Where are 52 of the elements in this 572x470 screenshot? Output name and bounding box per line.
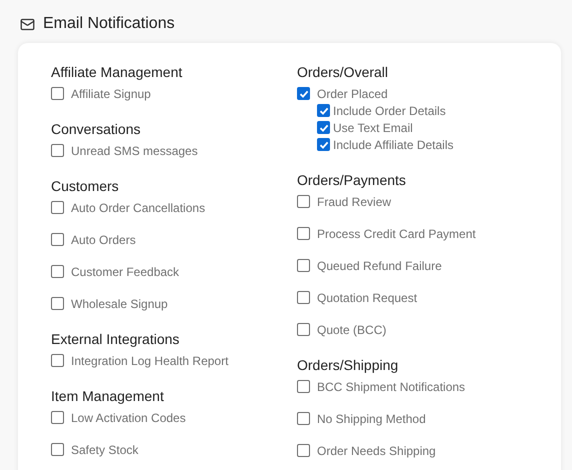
checkbox[interactable]	[317, 138, 330, 151]
checkbox-label: Auto Order Cancellations	[71, 200, 206, 216]
mail-icon	[20, 16, 35, 32]
checkbox-label: Use Text Email	[333, 120, 413, 136]
group-heading: External Integrations	[51, 330, 180, 349]
checkbox[interactable]	[51, 411, 64, 424]
group-heading: Customers	[51, 177, 120, 196]
checkbox-label: Integration Log Health Report	[71, 352, 228, 370]
checkbox-label: Auto Orders	[71, 232, 136, 248]
checkbox-label: Include Order Details	[333, 102, 446, 120]
checkbox-label: Order Needs Shipping	[317, 442, 436, 460]
checkbox-label: Process Credit Card Payment	[317, 226, 476, 242]
checkbox[interactable]	[51, 87, 64, 100]
group-heading: Conversations	[51, 120, 142, 139]
checkbox-label: BCC Shipment Notifications	[317, 378, 466, 396]
checkbox[interactable]	[297, 259, 310, 272]
checkbox-label: Fraud Review	[317, 194, 392, 210]
checkbox-label: Quote (BCC)	[317, 322, 386, 338]
group-heading: Affiliate Management	[51, 63, 184, 82]
checkbox[interactable]	[297, 227, 310, 240]
checkbox[interactable]	[297, 323, 310, 336]
checkbox-label: Customer Feedback	[71, 264, 180, 280]
checkbox[interactable]	[297, 87, 310, 100]
checkbox[interactable]	[51, 144, 64, 157]
checkbox[interactable]	[51, 265, 64, 278]
checkbox-label: No Shipping Method	[317, 410, 426, 428]
checkbox[interactable]	[297, 291, 310, 304]
checkbox[interactable]	[297, 380, 310, 393]
group-heading: Orders/Payments	[297, 171, 407, 190]
checkbox[interactable]	[51, 297, 64, 310]
checkbox-label: Affiliate Signup	[71, 86, 151, 102]
checkbox-label: Unread SMS messages	[71, 142, 198, 160]
checkbox[interactable]	[297, 412, 310, 425]
group-heading: Orders/Overall	[297, 63, 390, 82]
checkbox[interactable]	[51, 233, 64, 246]
checkbox[interactable]	[317, 121, 330, 134]
checkbox[interactable]	[297, 195, 310, 208]
group-heading: Item Management	[51, 387, 165, 406]
checkbox-label: Wholesale Signup	[71, 296, 168, 312]
checkbox[interactable]	[297, 444, 310, 457]
checkbox-label: Low Activation Codes	[71, 410, 186, 426]
checkbox[interactable]	[51, 201, 64, 214]
checkbox-label: Quotation Request	[317, 290, 418, 306]
checkbox-label: Include Affiliate Details	[333, 136, 454, 154]
group-heading: Orders/Shipping	[297, 356, 400, 375]
checkbox-label: Safety Stock	[71, 442, 138, 458]
checkbox[interactable]	[51, 443, 64, 456]
checkbox-label: Order Placed	[317, 86, 388, 102]
section-title: Email Notifications	[43, 14, 175, 34]
checkbox[interactable]	[317, 104, 330, 117]
checkbox[interactable]	[51, 354, 64, 367]
checkbox-label: Queued Refund Failure	[317, 258, 442, 274]
